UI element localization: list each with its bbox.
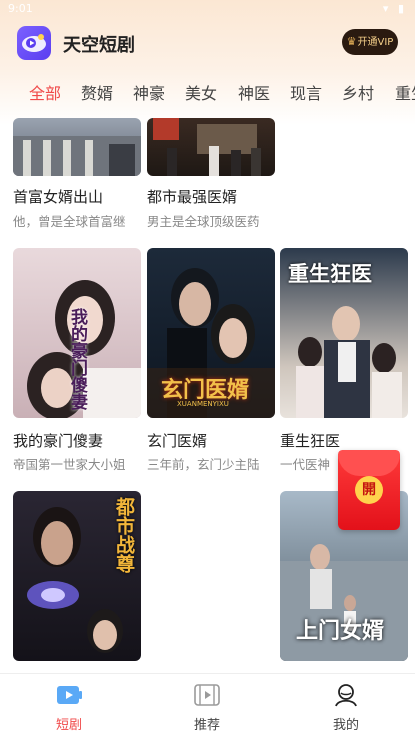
drama-poster	[147, 118, 275, 176]
red-packet-button[interactable]: 開	[338, 450, 400, 530]
drama-card[interactable]: 都市最强医婿 男主是全球顶级医药	[147, 118, 275, 229]
drama-poster: 重生狂医	[280, 248, 408, 418]
drama-description: 帝国第一世家大小姐	[13, 457, 126, 472]
nav-recommend-label: 推荐	[193, 718, 220, 733]
status-icons: ▾ ▮	[382, 2, 407, 15]
app-title: 天空短剧	[63, 35, 135, 56]
app-header: 天空短剧 ♛开通VIP	[0, 22, 415, 62]
poster-title: 都市战尊	[113, 497, 135, 573]
tab-all[interactable]: 全部	[29, 80, 61, 104]
drama-card[interactable]: 玄门医婿 XUANMENYIXU 玄门医婿 三年前，玄门少主陆	[147, 248, 275, 472]
status-bar: 9:01 ▾ ▮	[0, 0, 415, 18]
vip-label: 开通VIP	[357, 37, 394, 48]
drama-card[interactable]: 首富女婿出山 他，曾是全球首富继	[13, 118, 141, 229]
drama-description: 他，曾是全球首富继	[13, 214, 126, 229]
poster-title: 重生狂医	[288, 262, 372, 286]
header-background	[0, 0, 415, 125]
tab-xianyan[interactable]: 现言	[290, 80, 322, 104]
poster-title: 我的豪门傻妻	[67, 308, 87, 410]
drama-poster	[13, 118, 141, 176]
app-logo-icon	[17, 26, 51, 60]
category-tabs: 全部 赘婿 神豪 美女 神医 现言 乡村 重生	[0, 80, 415, 106]
nav-drama[interactable]: 短剧	[29, 682, 109, 733]
drama-poster: 我的豪门傻妻	[13, 248, 141, 418]
red-packet-flap	[338, 450, 400, 476]
red-packet-coin-icon: 開	[355, 476, 383, 504]
status-time: 9:01	[8, 2, 33, 15]
nav-recommend[interactable]: 推荐	[167, 682, 247, 733]
drama-poster: 都市战尊	[13, 491, 141, 661]
drama-card[interactable]: 都市战尊	[13, 491, 141, 661]
drama-icon	[57, 686, 82, 704]
tab-shenyi[interactable]: 神医	[238, 80, 270, 104]
drama-poster: 玄门医婿 XUANMENYIXU	[147, 248, 275, 418]
tab-chongsheng[interactable]: 重生	[395, 80, 415, 104]
drama-title: 我的豪门傻妻	[13, 432, 104, 450]
tab-shenhao[interactable]: 神豪	[133, 80, 165, 104]
tab-meinv[interactable]: 美女	[185, 80, 217, 104]
drama-description: 男主是全球顶级医药	[147, 214, 260, 229]
drama-card[interactable]: 重生狂医 重生狂医 一代医神	[280, 248, 408, 472]
drama-description: 三年前，玄门少主陆	[147, 457, 260, 472]
nav-profile[interactable]: 我的	[306, 682, 386, 733]
drama-grid: 首富女婿出山 他，曾是全球首富继 都市最强医婿 男主是全球顶级医药 我的豪门傻妻…	[0, 118, 415, 673]
crown-icon: ♛	[346, 35, 357, 48]
poster-title: 上门女婿	[296, 619, 385, 644]
tab-zhuixu[interactable]: 赘婿	[81, 80, 113, 104]
recommend-icon	[194, 684, 220, 706]
profile-icon	[335, 684, 357, 707]
tab-xiangcun[interactable]: 乡村	[342, 80, 374, 104]
drama-title: 首富女婿出山	[13, 188, 104, 206]
drama-title: 重生狂医	[280, 432, 341, 450]
nav-drama-label: 短剧	[55, 718, 82, 733]
poster-subtitle: XUANMENYIXU	[177, 400, 229, 408]
drama-title: 玄门医婿	[147, 432, 208, 450]
nav-profile-label: 我的	[332, 718, 359, 733]
drama-card[interactable]: 我的豪门傻妻 我的豪门傻妻 帝国第一世家大小姐	[13, 248, 141, 472]
drama-title: 都市最强医婿	[147, 188, 238, 206]
bottom-navigation: 短剧 推荐 我的	[0, 673, 415, 739]
open-vip-button[interactable]: ♛开通VIP	[342, 29, 398, 55]
